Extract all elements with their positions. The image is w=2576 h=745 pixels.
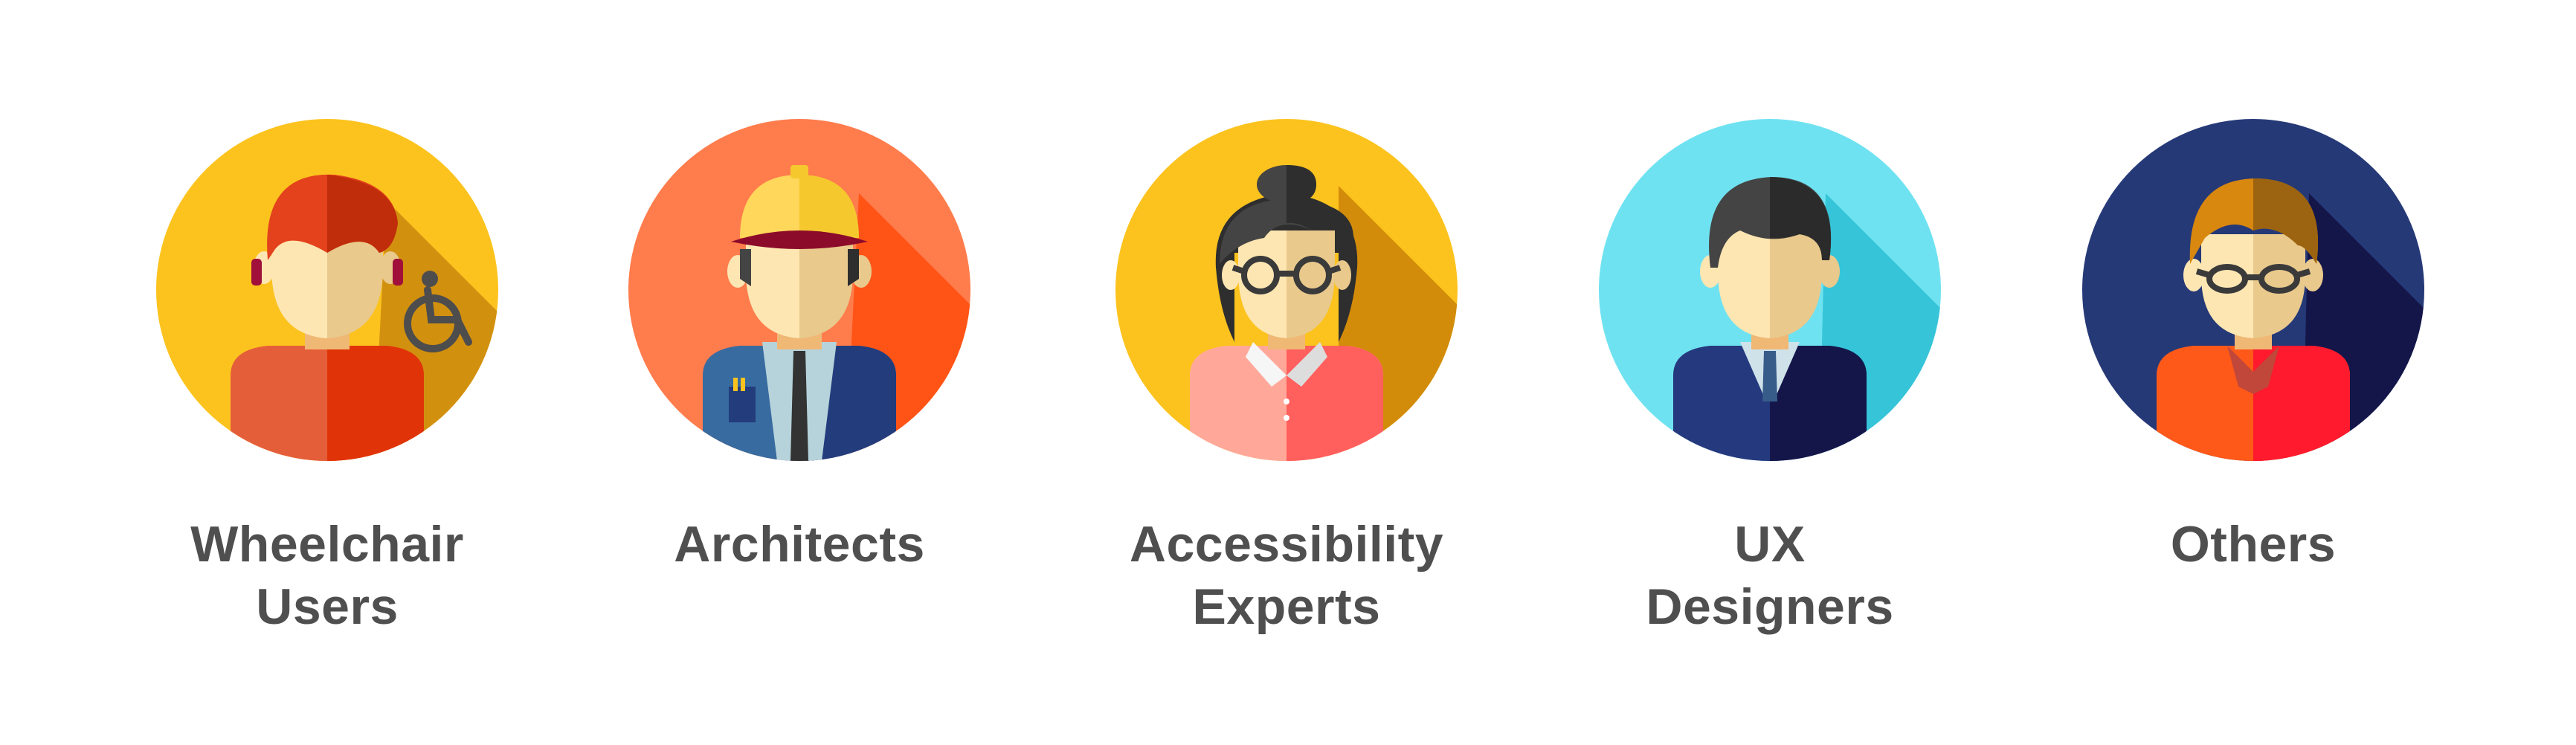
accessibility-expert-avatar-icon	[1115, 119, 1458, 461]
persona-architects: Architects	[591, 0, 1008, 745]
label-line-2: Users	[256, 578, 399, 635]
persona-label: Architects	[591, 513, 1008, 575]
persona-accessibility-experts: Accessibility Experts	[1078, 0, 1495, 745]
label-line-1: Wheelchair	[190, 516, 464, 573]
architect-avatar-icon	[628, 119, 970, 461]
persona-label: Wheelchair Users	[119, 513, 535, 638]
persona-label: UX Designers	[1562, 513, 1978, 638]
ux-designer-avatar-icon	[1599, 119, 1941, 461]
wheelchair-user-illustration	[156, 119, 498, 461]
label-line-2: Designers	[1646, 578, 1894, 635]
other-person-illustration	[2082, 119, 2424, 461]
label-line-2: Experts	[1192, 578, 1381, 635]
accessibility-expert-illustration	[1115, 119, 1458, 461]
persona-others: Others	[2045, 0, 2461, 745]
label-line-1: Accessibility	[1129, 516, 1444, 573]
persona-label: Accessibility Experts	[1078, 513, 1495, 638]
persona-wheelchair-users: Wheelchair Users	[119, 0, 535, 745]
persona-ux-designers: UX Designers	[1562, 0, 1978, 745]
wheelchair-user-avatar-icon	[156, 119, 498, 461]
persona-label: Others	[2045, 513, 2461, 575]
ux-designer-illustration	[1599, 119, 1941, 461]
label-line-1: Architects	[674, 516, 925, 573]
label-line-1: Others	[2170, 516, 2337, 573]
architect-illustration	[628, 119, 970, 461]
label-line-1: UX	[1734, 516, 1806, 573]
other-person-avatar-icon	[2082, 119, 2424, 461]
